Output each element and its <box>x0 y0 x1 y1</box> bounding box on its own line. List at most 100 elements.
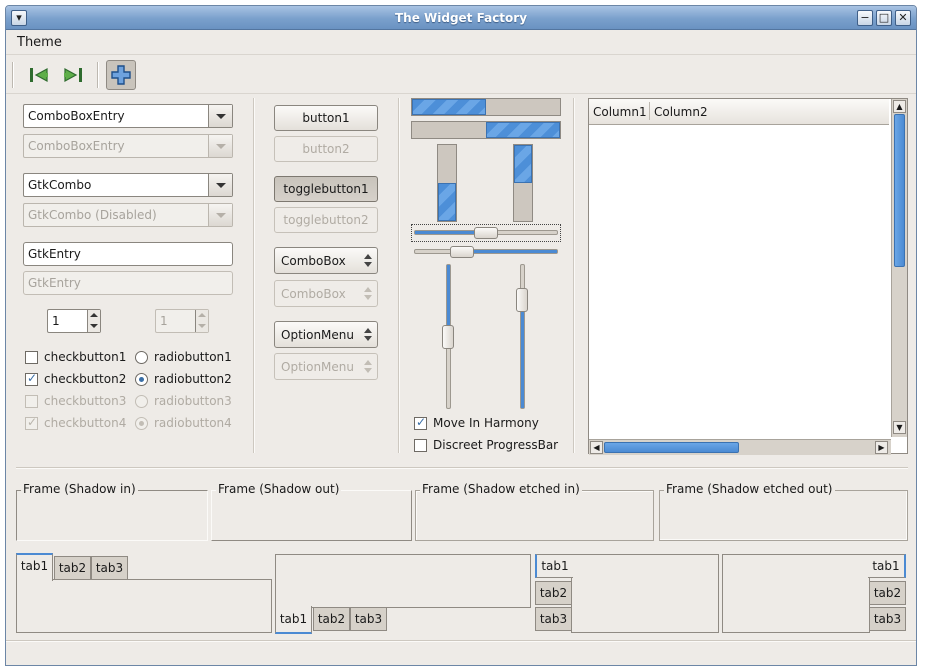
checkbutton1-box[interactable] <box>25 351 38 364</box>
scroll-up-icon[interactable]: ▲ <box>893 100 906 113</box>
vscale-fill <box>521 301 524 408</box>
progress-fill <box>486 122 560 138</box>
spin-down-icon <box>198 324 206 328</box>
spin-button[interactable]: 1 <box>47 309 101 333</box>
gtk-combo-disabled-text: GtkCombo (Disabled) <box>28 208 157 222</box>
combo-box-entry-text[interactable]: ComboBoxEntry <box>28 109 125 123</box>
notebook-top-tab3[interactable]: tab3 <box>91 556 128 580</box>
discreet-progressbar-box[interactable] <box>414 439 427 452</box>
combobox[interactable]: ComboBox <box>274 247 378 274</box>
updown-icon[interactable] <box>364 328 372 342</box>
checkbutton4-label: checkbutton4 <box>44 416 127 430</box>
add-button[interactable] <box>106 60 136 90</box>
togglebutton2: togglebutton2 <box>274 207 378 233</box>
frame-shadow-out: Frame (Shadow out) <box>211 482 412 541</box>
notebook-top-tab1[interactable]: tab1 <box>16 553 53 581</box>
optionmenu-disabled: OptionMenu <box>274 353 378 380</box>
updown-icon <box>364 287 372 301</box>
notebook-bottom-tab2[interactable]: tab2 <box>313 607 350 631</box>
close-button[interactable]: ✕ <box>895 10 911 26</box>
notebook-right-tab3[interactable]: tab3 <box>869 607 906 631</box>
frame-shadow-in: Frame (Shadow in) <box>16 482 208 541</box>
vscale-1-slider[interactable] <box>442 325 454 349</box>
gtk-combo-disabled: GtkCombo (Disabled) <box>23 203 233 227</box>
spin-button-disabled: 1 <box>155 309 209 333</box>
notebook-top-tab2[interactable]: tab2 <box>54 556 91 580</box>
frame-shadow-etched-in: Frame (Shadow etched in) <box>415 482 654 541</box>
checkbutton2-label[interactable]: checkbutton2 <box>44 372 126 386</box>
togglebutton1[interactable]: togglebutton1 <box>274 176 378 202</box>
vscale-2[interactable] <box>520 264 525 409</box>
checkbutton2-box[interactable] <box>25 371 38 386</box>
hscale-1-slider[interactable] <box>474 227 498 239</box>
horizontal-scrollbar[interactable]: ◀ ▶ <box>589 439 891 455</box>
statusbar-separator <box>6 640 916 642</box>
notebook-right-tab2[interactable]: tab2 <box>869 581 906 605</box>
combobox-disabled-text: ComboBox <box>281 287 346 301</box>
gtk-entry[interactable]: GtkEntry <box>23 242 233 266</box>
spin-stepper[interactable] <box>87 310 100 332</box>
add-icon <box>111 65 131 85</box>
notebook-right-tab1[interactable]: tab1 <box>868 554 906 578</box>
notebook-left-tab2[interactable]: tab2 <box>535 581 572 605</box>
notebook-left-tab1[interactable]: tab1 <box>535 554 573 578</box>
toolbar-separator <box>97 62 99 88</box>
maximize-button[interactable]: □ <box>876 10 892 26</box>
column-header-2[interactable]: Column2 <box>654 105 708 119</box>
discreet-progressbar-label[interactable]: Discreet ProgressBar <box>433 438 558 452</box>
combobox-text[interactable]: ComboBox <box>281 254 346 268</box>
combo-box-entry[interactable]: ComboBoxEntry <box>23 104 233 128</box>
radiobutton2-circle[interactable] <box>135 373 148 386</box>
progress-bar-horizontal-2 <box>411 121 561 139</box>
scroll-down-icon[interactable]: ▼ <box>893 421 906 434</box>
toolbar-handle[interactable] <box>12 62 14 88</box>
notebook-left-tab3[interactable]: tab3 <box>535 607 572 631</box>
updown-icon[interactable] <box>364 254 372 268</box>
go-first-button[interactable] <box>24 60 54 90</box>
spin-value[interactable]: 1 <box>52 314 60 328</box>
window-title: The Widget Factory <box>394 11 528 25</box>
notebook-bottom-tab3[interactable]: tab3 <box>350 607 387 631</box>
tree-view[interactable]: Column1 Column2 ▲ ▼ ◀ ▶ <box>588 98 908 455</box>
spin-up-icon[interactable] <box>90 313 98 317</box>
radiobutton3-circle <box>135 395 148 408</box>
minimize-button[interactable]: − <box>857 10 873 26</box>
gtk-combo[interactable]: GtkCombo <box>23 173 233 197</box>
hscale-2[interactable] <box>414 249 558 254</box>
scroll-right-icon[interactable]: ▶ <box>875 441 888 454</box>
menu-theme[interactable]: Theme <box>17 35 62 50</box>
hscale-2-slider[interactable] <box>450 246 474 258</box>
checkbutton4-box <box>25 415 38 430</box>
gtk-combo-text[interactable]: GtkCombo <box>28 178 91 192</box>
checkbutton1-label[interactable]: checkbutton1 <box>44 350 126 364</box>
move-in-harmony-box[interactable] <box>414 415 427 430</box>
vertical-scroll-thumb[interactable] <box>894 114 905 267</box>
optionmenu[interactable]: OptionMenu <box>274 321 378 348</box>
go-last-button[interactable] <box>58 60 88 90</box>
button1[interactable]: button1 <box>274 105 378 131</box>
vscale-2-slider[interactable] <box>516 288 528 312</box>
optionmenu-text[interactable]: OptionMenu <box>281 328 354 342</box>
column-header-1[interactable]: Column1 <box>593 105 647 119</box>
radiobutton1-label[interactable]: radiobutton1 <box>154 350 232 364</box>
scroll-left-icon[interactable]: ◀ <box>590 441 603 454</box>
radiobutton2-label[interactable]: radiobutton2 <box>154 372 232 386</box>
progress-bar-horizontal-1 <box>411 98 561 116</box>
checkbutton3-label: checkbutton3 <box>44 394 127 408</box>
progress-bar-vertical-1 <box>437 144 457 222</box>
title-bar[interactable]: ▾ The Widget Factory − □ ✕ <box>6 6 916 30</box>
progress-fill <box>438 183 456 221</box>
notebook-left-page <box>571 554 719 633</box>
chevron-down-icon[interactable] <box>208 174 232 196</box>
horizontal-scroll-thumb[interactable] <box>604 442 739 453</box>
notebook-bottom-tab1[interactable]: tab1 <box>275 606 312 634</box>
spin-down-icon[interactable] <box>90 324 98 328</box>
radiobutton1-circle[interactable] <box>135 351 148 364</box>
spin-stepper-disabled <box>195 310 208 332</box>
combobox-disabled: ComboBox <box>274 280 378 307</box>
notebook-top-page <box>16 579 272 633</box>
radiobutton4-circle <box>135 417 148 430</box>
move-in-harmony-label[interactable]: Move In Harmony <box>433 416 539 430</box>
vertical-scrollbar[interactable]: ▲ ▼ <box>891 99 907 437</box>
chevron-down-icon[interactable] <box>208 105 232 127</box>
